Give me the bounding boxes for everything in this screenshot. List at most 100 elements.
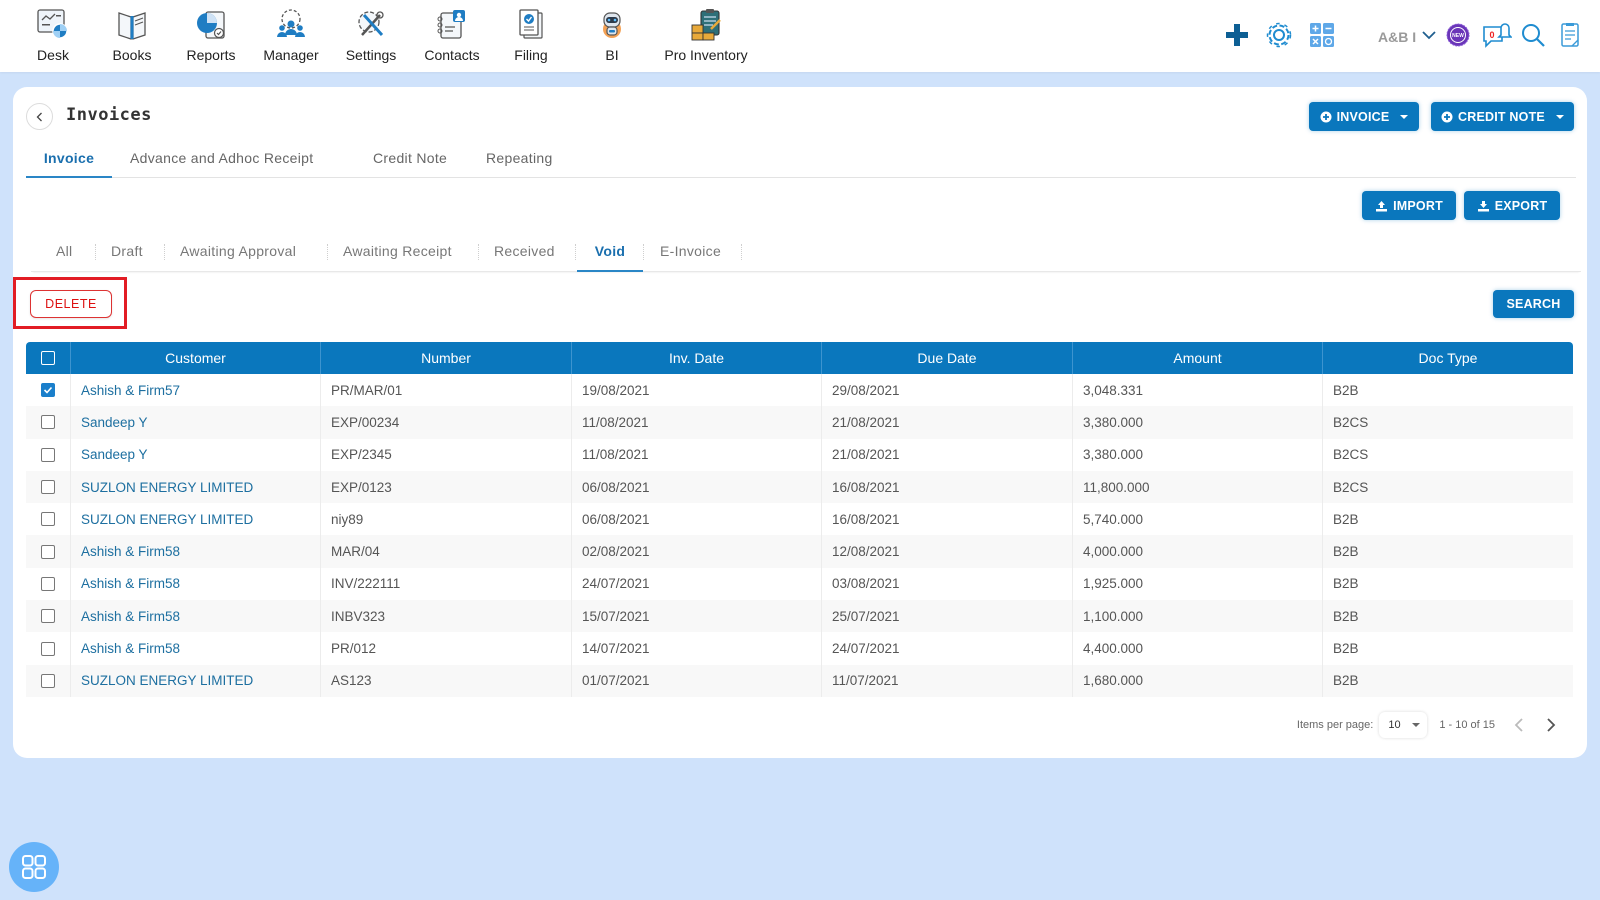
- column-header-inv-date[interactable]: Inv. Date: [572, 342, 822, 374]
- row-checkbox[interactable]: [41, 512, 55, 527]
- table-row[interactable]: Ashish & Firm58 PR/012 14/07/2021 24/07/202…: [26, 632, 1573, 665]
- items-per-page-select[interactable]: 10: [1379, 712, 1427, 738]
- cell-amount: 3,380.000: [1073, 438, 1323, 471]
- column-header-doc-type[interactable]: Doc Type: [1323, 342, 1573, 374]
- table-body: Ashish & Firm57 PR/MAR/01 19/08/2021 29/08/…: [26, 374, 1573, 697]
- back-button[interactable]: [26, 103, 53, 130]
- gear-icon[interactable]: [1264, 20, 1294, 50]
- cell-number: INV/222111: [321, 567, 572, 601]
- cell-customer[interactable]: Ashish & Firm58: [71, 535, 321, 568]
- nav-settings[interactable]: Settings: [326, 6, 416, 63]
- notifications-icon[interactable]: 0: [1481, 20, 1513, 50]
- column-header-number[interactable]: Number: [321, 342, 572, 374]
- nav-pro-inventory[interactable]: Pro Inventory: [661, 6, 751, 63]
- organization-name[interactable]: A&B I: [1378, 29, 1416, 45]
- nav-label: Reports: [186, 47, 236, 63]
- cell-inv-date: 14/07/2021: [572, 632, 822, 665]
- cell-amount: 1,680.000: [1073, 664, 1323, 697]
- subtab-received[interactable]: Received: [494, 238, 555, 272]
- row-select-cell: [26, 600, 71, 633]
- tab-repeating[interactable]: Repeating: [486, 142, 553, 178]
- tab-invoice[interactable]: Invoice: [26, 142, 112, 178]
- tab-advance-adhoc-receipt[interactable]: Advance and Adhoc Receipt: [130, 142, 313, 178]
- nav-books[interactable]: Books: [87, 6, 177, 63]
- table-row[interactable]: SUZLON ENERGY LIMITED niy89 06/08/2021 16/0…: [26, 503, 1573, 536]
- caret-down-icon: [1555, 114, 1564, 119]
- new-invoice-button[interactable]: INVOICE: [1309, 102, 1419, 131]
- new-credit-note-button[interactable]: CREDIT NOTE: [1431, 102, 1574, 131]
- row-checkbox[interactable]: [41, 576, 55, 591]
- row-checkbox[interactable]: [41, 544, 55, 559]
- table-row[interactable]: Sandeep Y EXP/00234 11/08/2021 21/08/2021 3,…: [26, 406, 1573, 439]
- previous-page-button[interactable]: [1511, 715, 1527, 735]
- tab-divider: [95, 244, 96, 260]
- table-row[interactable]: Ashish & Firm58 INV/222111 24/07/2021 03/08…: [26, 567, 1573, 601]
- table-row[interactable]: Ashish & Firm58 MAR/04 02/08/2021 12/08/202…: [26, 535, 1573, 568]
- select-all-checkbox[interactable]: [41, 351, 55, 365]
- document-icon[interactable]: [1555, 20, 1585, 50]
- nav-desk[interactable]: Desk: [8, 6, 98, 63]
- cell-doc-type: B2CS: [1333, 447, 1369, 463]
- table-row[interactable]: Ashish & Firm58 INBV323 15/07/2021 25/07/20…: [26, 600, 1573, 633]
- next-page-button[interactable]: [1543, 715, 1559, 735]
- table-row[interactable]: SUZLON ENERGY LIMITED AS123 01/07/2021 11/0…: [26, 664, 1573, 697]
- cell-customer[interactable]: SUZLON ENERGY LIMITED: [71, 470, 321, 504]
- row-checkbox[interactable]: [41, 609, 55, 624]
- subtab-void[interactable]: Void: [577, 238, 643, 272]
- delete-button[interactable]: DELETE: [30, 290, 112, 318]
- row-checkbox[interactable]: [41, 383, 55, 398]
- subtab-draft[interactable]: Draft: [111, 238, 143, 272]
- cell-amount: 11,800.000: [1073, 470, 1323, 504]
- subtab-awaiting-approval[interactable]: Awaiting Approval: [180, 238, 296, 272]
- invoices-table: Customer Number Inv. Date Due Date Amoun…: [26, 342, 1573, 697]
- table-row[interactable]: Ashish & Firm57 PR/MAR/01 19/08/2021 29/08/…: [26, 374, 1573, 407]
- row-checkbox[interactable]: [41, 673, 55, 688]
- cell-customer[interactable]: Ashish & Firm57: [71, 374, 321, 407]
- import-button[interactable]: IMPORT: [1362, 191, 1456, 220]
- column-header-amount[interactable]: Amount: [1073, 342, 1323, 374]
- chevron-left-icon: [1514, 718, 1523, 732]
- apps-menu-button[interactable]: [9, 842, 59, 892]
- cell-customer[interactable]: Ashish & Firm58: [71, 632, 321, 665]
- subtab-all[interactable]: All: [56, 238, 72, 272]
- column-header-customer[interactable]: Customer: [71, 342, 321, 374]
- cell-customer[interactable]: Sandeep Y: [71, 406, 321, 439]
- export-button[interactable]: EXPORT: [1464, 191, 1560, 220]
- search-button[interactable]: SEARCH: [1493, 290, 1574, 318]
- tab-credit-note[interactable]: Credit Note: [373, 142, 447, 178]
- search-icon[interactable]: [1518, 20, 1548, 50]
- new-invoice-label: INVOICE: [1336, 109, 1390, 124]
- row-checkbox[interactable]: [41, 641, 55, 656]
- row-checkbox[interactable]: [41, 480, 55, 495]
- chevron-down-icon[interactable]: [1417, 20, 1441, 50]
- cell-inv-date: 06/08/2021: [572, 503, 822, 536]
- cell-amount: 4,000.000: [1073, 535, 1323, 568]
- subtab-e-invoice[interactable]: E-Invoice: [660, 238, 721, 272]
- nav-manager[interactable]: Manager: [246, 6, 336, 63]
- add-icon[interactable]: [1222, 20, 1252, 50]
- calculator-icon[interactable]: [1307, 20, 1337, 50]
- cell-customer[interactable]: SUZLON ENERGY LIMITED: [71, 664, 321, 697]
- cell-number: MAR/04: [321, 535, 572, 568]
- cell-doc-type: B2B: [1333, 511, 1359, 527]
- cell-due-date: 03/08/2021: [822, 567, 1073, 601]
- cell-customer[interactable]: SUZLON ENERGY LIMITED: [71, 503, 321, 536]
- cell-inv-date: 02/08/2021: [572, 535, 822, 568]
- nav-contacts[interactable]: Contacts: [407, 6, 497, 63]
- new-badge-icon[interactable]: NEW: [1443, 20, 1473, 50]
- row-checkbox[interactable]: [41, 447, 55, 462]
- cell-customer[interactable]: Ashish & Firm58: [71, 567, 321, 601]
- nav-bi[interactable]: BI: [567, 6, 657, 63]
- column-header-due-date[interactable]: Due Date: [822, 342, 1073, 374]
- nav-filing[interactable]: Filing: [486, 6, 576, 63]
- cell-customer[interactable]: Sandeep Y: [71, 438, 321, 471]
- nav-reports[interactable]: Reports: [166, 6, 256, 63]
- pagination: Items per page: 10 1 - 10 of 15: [1297, 712, 1559, 738]
- subtab-awaiting-receipt[interactable]: Awaiting Receipt: [343, 238, 452, 272]
- plus-circle-icon: [1320, 111, 1332, 122]
- table-row[interactable]: Sandeep Y EXP/2345 11/08/2021 21/08/2021 3,3…: [26, 438, 1573, 471]
- cell-due-date: 29/08/2021: [822, 374, 1073, 407]
- row-checkbox[interactable]: [41, 415, 55, 430]
- cell-customer[interactable]: Ashish & Firm58: [71, 600, 321, 633]
- table-row[interactable]: SUZLON ENERGY LIMITED EXP/0123 06/08/2021 1…: [26, 470, 1573, 504]
